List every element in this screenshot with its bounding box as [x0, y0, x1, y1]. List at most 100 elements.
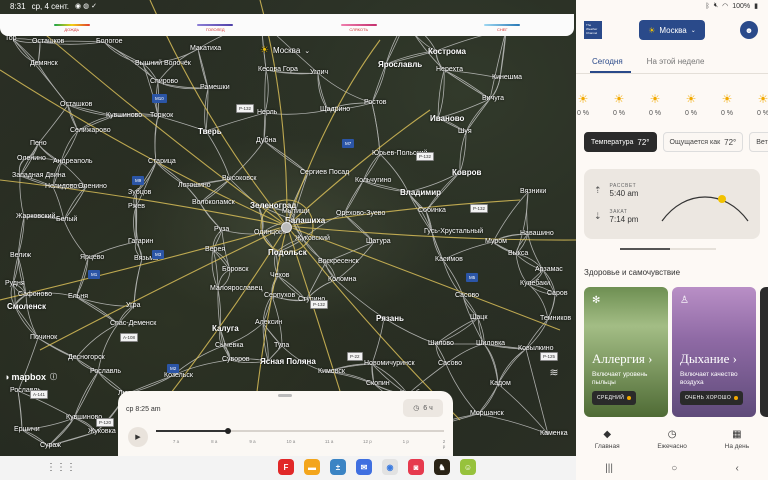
next-card-peek[interactable] — [760, 287, 768, 417]
location-marker[interactable] — [281, 222, 292, 233]
legend-bar — [340, 24, 377, 26]
city-label: Сасово — [438, 360, 463, 367]
weather-channel-logo[interactable]: The Weather Channel — [584, 21, 602, 39]
road-segment — [442, 259, 464, 297]
calculator-app-icon[interactable]: ± — [330, 459, 346, 475]
home-circle-icon[interactable]: ○ — [671, 463, 677, 474]
panel-location-selector[interactable]: ☀ Москва ⌄ — [639, 20, 705, 40]
metric-chip[interactable]: Вете — [749, 132, 768, 152]
hourly-item[interactable]: ☀ 0 % — [748, 92, 768, 117]
road-segment — [497, 348, 527, 385]
chrome-app-icon[interactable]: ◉ — [382, 459, 398, 475]
road-segment — [75, 257, 89, 298]
city-label: Шиловкa — [476, 340, 506, 347]
files-app-icon[interactable]: ▬ — [304, 459, 320, 475]
hourly-precip-strip[interactable]: ☀ 0 % ☀ 0 % ☀ 0 % ☀ 0 % ☀ 0 % ☀ 0 % — [576, 92, 768, 128]
city-label: Навашино — [520, 230, 554, 237]
city-label: Гагарин — [128, 238, 154, 245]
wifi-icon: ◠ — [722, 3, 729, 10]
breathing-card[interactable]: ♙ Дыхание › Включает качество воздуха ОЧ… — [672, 287, 756, 417]
hourly-item[interactable]: ☀ 0 % — [712, 92, 742, 117]
calendar-icon: ▦ — [732, 428, 742, 440]
timeline-tick: 2 p — [442, 439, 446, 449]
city-label: Собинка — [418, 207, 446, 214]
account-icon[interactable]: ☻ — [740, 21, 758, 39]
sheet-drag-handle[interactable] — [278, 394, 292, 397]
city-label: Рославль — [90, 368, 122, 375]
sun-icon: ☀ — [721, 92, 733, 106]
battery-icon: ▮ — [754, 3, 758, 10]
nav-daily[interactable]: ▦ На день — [725, 429, 750, 450]
weather-map[interactable]: КрасныйВесьегонскНаволокиМакатихаКостром… — [0, 0, 576, 456]
tab-this-week[interactable]: На этой неделе — [631, 52, 713, 73]
flipboard-app-icon[interactable]: F — [278, 459, 294, 475]
city-label: Бологое — [96, 38, 123, 45]
messages-app-icon[interactable]: ✉ — [356, 459, 372, 475]
road-shield: Р-132 — [236, 104, 255, 113]
nav-home[interactable]: ◆ Главная — [595, 429, 620, 450]
game-app-icon[interactable]: ♞ — [434, 459, 450, 475]
city-label: Воскресенск — [318, 258, 359, 265]
play-button[interactable]: ▶ — [128, 427, 148, 447]
mapbox-logo[interactable]: ◑ mapbox ⓘ — [4, 372, 57, 382]
city-label: Западная Двина — [12, 172, 66, 179]
city-label: Ясная Поляна — [260, 357, 316, 366]
road-shield: М10 — [152, 94, 167, 103]
map-location-selector[interactable]: ☀ Москва ⌄ — [260, 45, 310, 56]
road-shield: Р-132 — [310, 300, 329, 309]
sunrise-sunset-card[interactable]: ⇡ РАССВЕТ 5:40 am ⇣ ЗАКАТ 7:14 pm — [584, 169, 760, 239]
map-location-name: Москва — [272, 46, 301, 55]
city-label: Муром — [485, 238, 507, 245]
hourly-item[interactable]: ☀ 0 % — [640, 92, 670, 117]
metric-chip[interactable]: Температура 72° — [584, 132, 657, 152]
city-label: Ковров — [452, 168, 482, 177]
timeline-sheet[interactable]: ср 8:25 am ◷ 6 ч ▶ 7 a 8 a 9 a 10 a 11 a 12 p… — [118, 391, 453, 456]
legend-bar — [484, 24, 521, 26]
city-label: Белый — [56, 216, 78, 223]
android-app-icon[interactable]: ☺ — [460, 459, 476, 475]
city-label: Ростов — [364, 99, 387, 106]
scrubber-knob[interactable] — [225, 428, 231, 434]
city-label: Ельня — [68, 293, 89, 300]
city-label: Верея — [205, 246, 226, 253]
road-shield: Р-125 — [540, 352, 559, 361]
hourly-item[interactable]: ☀ 0 % — [576, 92, 598, 117]
allergy-card[interactable]: ✻ Аллергия › Включает уровень пыльцы СРЕ… — [584, 287, 668, 417]
city-label: Десногорск — [68, 354, 105, 361]
metric-chip[interactable]: Ощущается как 72° — [662, 132, 744, 152]
legend-item: СНЕГ — [484, 24, 521, 32]
city-label: Ярцево — [80, 254, 105, 261]
timeline-ticks: 7 a 8 a 9 a 10 a 11 a 12 p 1 p 2 p — [156, 439, 446, 449]
taskbar-apps: F ▬ ± ✉ ◉ ◙ ♞ ☺ — [278, 459, 476, 475]
road-shield: Р-120 — [96, 418, 115, 427]
city-label: Торжок — [150, 112, 174, 119]
city-label: Суворов — [222, 356, 250, 363]
city-label: Зубцов — [128, 189, 152, 196]
section-title: Здоровье и самочувствие — [584, 268, 681, 277]
system-navigation: ||| ○ ‹ — [576, 456, 768, 480]
info-icon[interactable]: ⓘ — [50, 372, 57, 382]
city-label: Сураж — [40, 442, 61, 449]
city-label: Алексин — [255, 319, 283, 326]
road-shield: Р-22 — [347, 352, 363, 361]
city-label: Касимов — [435, 256, 463, 263]
timeline-tick: 9 a — [249, 439, 256, 444]
timeline-scrubber[interactable] — [156, 428, 444, 434]
layers-icon[interactable]: ≋ — [546, 364, 562, 380]
metric-chips: Температура72°Ощущается как72° Вете — [584, 132, 768, 152]
road-segment — [477, 413, 549, 435]
legend-item: СЛЯКОТЬ — [340, 24, 377, 32]
recents-icon[interactable]: ||| — [605, 463, 613, 474]
legend-bar — [197, 24, 234, 26]
city-label: Кувшиново — [106, 112, 143, 119]
hourly-item[interactable]: ☀ 0 % — [604, 92, 634, 117]
camera-app-icon[interactable]: ◙ — [408, 459, 424, 475]
app-drawer-icon[interactable]: ⋮⋮⋮ — [46, 462, 76, 473]
back-icon[interactable]: ‹ — [736, 463, 739, 474]
tab-today[interactable]: Сегодня — [576, 52, 631, 73]
road-segment — [371, 102, 381, 155]
hourly-item[interactable]: ☀ 0 % — [676, 92, 706, 117]
duration-button[interactable]: ◷ 6 ч — [403, 399, 443, 417]
panel-tabs: Сегодня На этой неделе — [576, 52, 768, 74]
nav-hourly[interactable]: ◷ Ежечасно — [657, 429, 687, 450]
